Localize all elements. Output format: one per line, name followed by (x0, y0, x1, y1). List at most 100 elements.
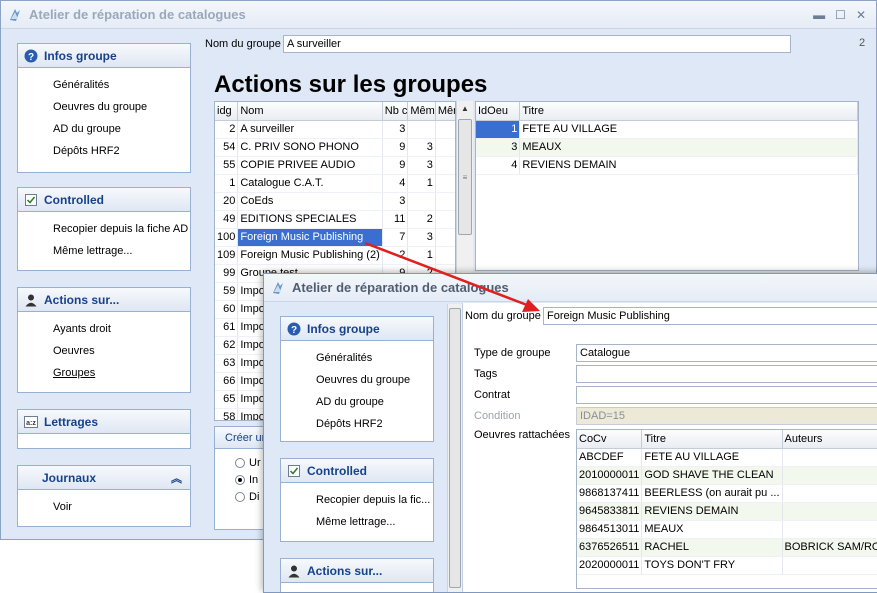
front-work-row[interactable]: 2020000011 TOYS DON'T FRY (577, 556, 877, 575)
cell-mem2 (435, 228, 455, 247)
user-icon (24, 293, 38, 307)
front-panel-controlled-title: Controlled (307, 463, 367, 478)
svg-text:?: ? (28, 52, 34, 63)
group-row[interactable]: 49 EDITIONS SPECIALES 11 2 (215, 210, 455, 229)
group-row[interactable]: 1 Catalogue C.A.T. 4 1 (215, 174, 455, 193)
group-row[interactable]: 54 C. PRIV SONO PHONO 9 3 (215, 138, 455, 157)
back-panel-actions: Actions sur... Ayants droit Oeuvres Grou… (17, 287, 191, 393)
back-page-number: 2 (859, 37, 866, 49)
back-panel-journaux-title: Journaux (42, 470, 97, 485)
front-link-depots[interactable]: Dépôts HRF2 (316, 413, 433, 435)
cell-titre: REVIENS DEMAIN (641, 502, 783, 521)
front-work-row[interactable]: 9645833811 REVIENS DEMAIN (577, 502, 877, 521)
front-panel-controlled-header[interactable]: Controlled (281, 459, 433, 483)
back-panel-journaux-header[interactable]: Journaux ︽ (18, 466, 190, 490)
front-panel-actions-title: Actions sur... (307, 563, 383, 578)
col-titre[interactable]: Titre (641, 430, 783, 449)
front-condition-label: Condition (474, 410, 521, 422)
col-cocv[interactable]: CoCv (577, 430, 643, 449)
cell-nom: Catalogue C.A.T. (237, 174, 383, 193)
front-contrat-input[interactable] (576, 386, 877, 404)
front-panel-infos-header[interactable]: ? Infos groupe (281, 317, 433, 341)
cell-auteurs (782, 484, 877, 503)
front-work-row[interactable]: 9864513011 MEAUX (577, 520, 877, 539)
work-row[interactable]: 3 MEAUX (476, 138, 858, 157)
front-link-recopier[interactable]: Recopier depuis la fic... (316, 489, 433, 511)
back-link-generalites[interactable]: Généralités (53, 74, 190, 96)
front-title-bar: Atelier de réparation de catalogues (264, 274, 877, 302)
back-panel-lettrages-header[interactable]: a:z Lettrages (18, 410, 190, 434)
front-work-row[interactable]: 6376526511RACHELBOBRICK SAM/ROSS (577, 538, 877, 557)
back-panel-controlled-title: Controlled (44, 192, 104, 207)
front-work-row[interactable]: ABCDEF FETE AU VILLAGE (577, 448, 877, 467)
cell-nom: Foreign Music Publishing (2) (237, 246, 383, 265)
work-row[interactable]: 1 FETE AU VILLAGE (476, 120, 858, 139)
front-type-input[interactable]: Catalogue (576, 344, 877, 362)
front-window-title: Atelier de réparation de catalogues (292, 280, 509, 295)
scroll-up-icon[interactable]: ▲ (457, 101, 473, 117)
cell-mem: 3 (407, 156, 436, 175)
front-left-scrollbar[interactable] (447, 304, 462, 592)
col-idoeu[interactable]: IdOeu (476, 102, 521, 121)
col-nb[interactable]: Nb c (382, 102, 409, 121)
back-panel-infos-header[interactable]: ? Infos groupe (18, 44, 190, 68)
back-create-group-label: Créer un (225, 432, 268, 444)
cell-mem2 (435, 156, 455, 175)
front-scroll-thumb[interactable] (449, 308, 461, 588)
front-work-row[interactable]: 9868137411 BEERLESS (on aurait pu ... (577, 484, 877, 503)
cell-titre: REVIENS DEMAIN (519, 156, 858, 175)
front-work-row[interactable]: 2010000011 GOD SHAVE THE CLEAN (577, 466, 877, 485)
cell-idoeu: 1 (476, 120, 521, 139)
cell-cocv: 9864513011 (577, 520, 643, 539)
cell-idg: 55 (215, 156, 239, 175)
cell-titre: MEAUX (519, 138, 858, 157)
radio-un[interactable] (235, 458, 245, 469)
radio-in[interactable] (235, 475, 245, 486)
group-row[interactable]: 109 Foreign Music Publishing (2) 2 1 (215, 246, 455, 265)
front-link-ad-groupe[interactable]: AD du groupe (316, 391, 433, 413)
collapse-chevron-icon[interactable]: ︽ (171, 470, 182, 486)
back-link-ad-groupe[interactable]: AD du groupe (53, 118, 190, 140)
front-oeuvres-label: Oeuvres rattachées (474, 429, 570, 441)
col-idg[interactable]: idg (215, 102, 239, 121)
back-link-recopier[interactable]: Recopier depuis la fiche AD (53, 218, 190, 240)
close-icon[interactable]: ✕ (856, 8, 866, 22)
back-panel-actions-header[interactable]: Actions sur... (18, 288, 190, 312)
group-row[interactable]: 100 Foreign Music Publishing 7 3 (215, 228, 455, 247)
back-link-groupes[interactable]: Groupes (53, 362, 190, 384)
col-titre[interactable]: Titre (519, 102, 858, 121)
group-row[interactable]: 2A surveiller 3 (215, 120, 455, 139)
cell-cocv: 2020000011 (577, 556, 643, 575)
work-row[interactable]: 4 REVIENS DEMAIN (476, 156, 858, 175)
front-link-meme-lettrage[interactable]: Même lettrage... (316, 511, 433, 533)
back-link-oeuvres-groupe[interactable]: Oeuvres du groupe (53, 96, 190, 118)
checkbox-icon (287, 464, 301, 478)
group-row[interactable]: 20 CoEds 3 (215, 192, 455, 211)
maximize-icon[interactable]: ☐ (835, 8, 846, 22)
back-group-name-input[interactable]: A surveiller (283, 35, 791, 53)
cell-nom: COPIE PRIVEE AUDIO (237, 156, 383, 175)
minimize-icon[interactable]: ▬ (813, 8, 825, 22)
front-panel-actions-header[interactable]: Actions sur... (281, 559, 433, 583)
col-nom[interactable]: Nom (237, 102, 383, 121)
cell-nb: 9 (382, 138, 409, 157)
front-link-generalites[interactable]: Généralités (316, 347, 433, 369)
group-row[interactable]: 55 COPIE PRIVEE AUDIO 9 3 (215, 156, 455, 175)
radio-di[interactable] (235, 492, 245, 503)
front-group-name-input[interactable]: Foreign Music Publishing (543, 307, 877, 325)
back-link-depots[interactable]: Dépôts HRF2 (53, 140, 190, 162)
back-link-meme-lettrage[interactable]: Même lettrage... (53, 240, 190, 262)
cell-nom: Foreign Music Publishing (237, 228, 383, 247)
cell-nb: 7 (382, 228, 409, 247)
col-mem1[interactable]: Mêm (407, 102, 436, 121)
back-panel-controlled-header[interactable]: Controlled (18, 188, 190, 212)
back-link-ayants-droit[interactable]: Ayants droit (53, 318, 190, 340)
front-tags-input[interactable] (576, 365, 877, 383)
col-auteurs[interactable]: Auteurs (782, 430, 877, 449)
scroll-thumb[interactable]: ≡ (458, 119, 472, 235)
cell-idg: 2 (215, 120, 239, 139)
back-link-voir[interactable]: Voir (53, 496, 190, 518)
front-link-oeuvres-groupe[interactable]: Oeuvres du groupe (316, 369, 433, 391)
back-link-oeuvres[interactable]: Oeuvres (53, 340, 190, 362)
col-mem2[interactable]: Mêm (435, 102, 455, 121)
